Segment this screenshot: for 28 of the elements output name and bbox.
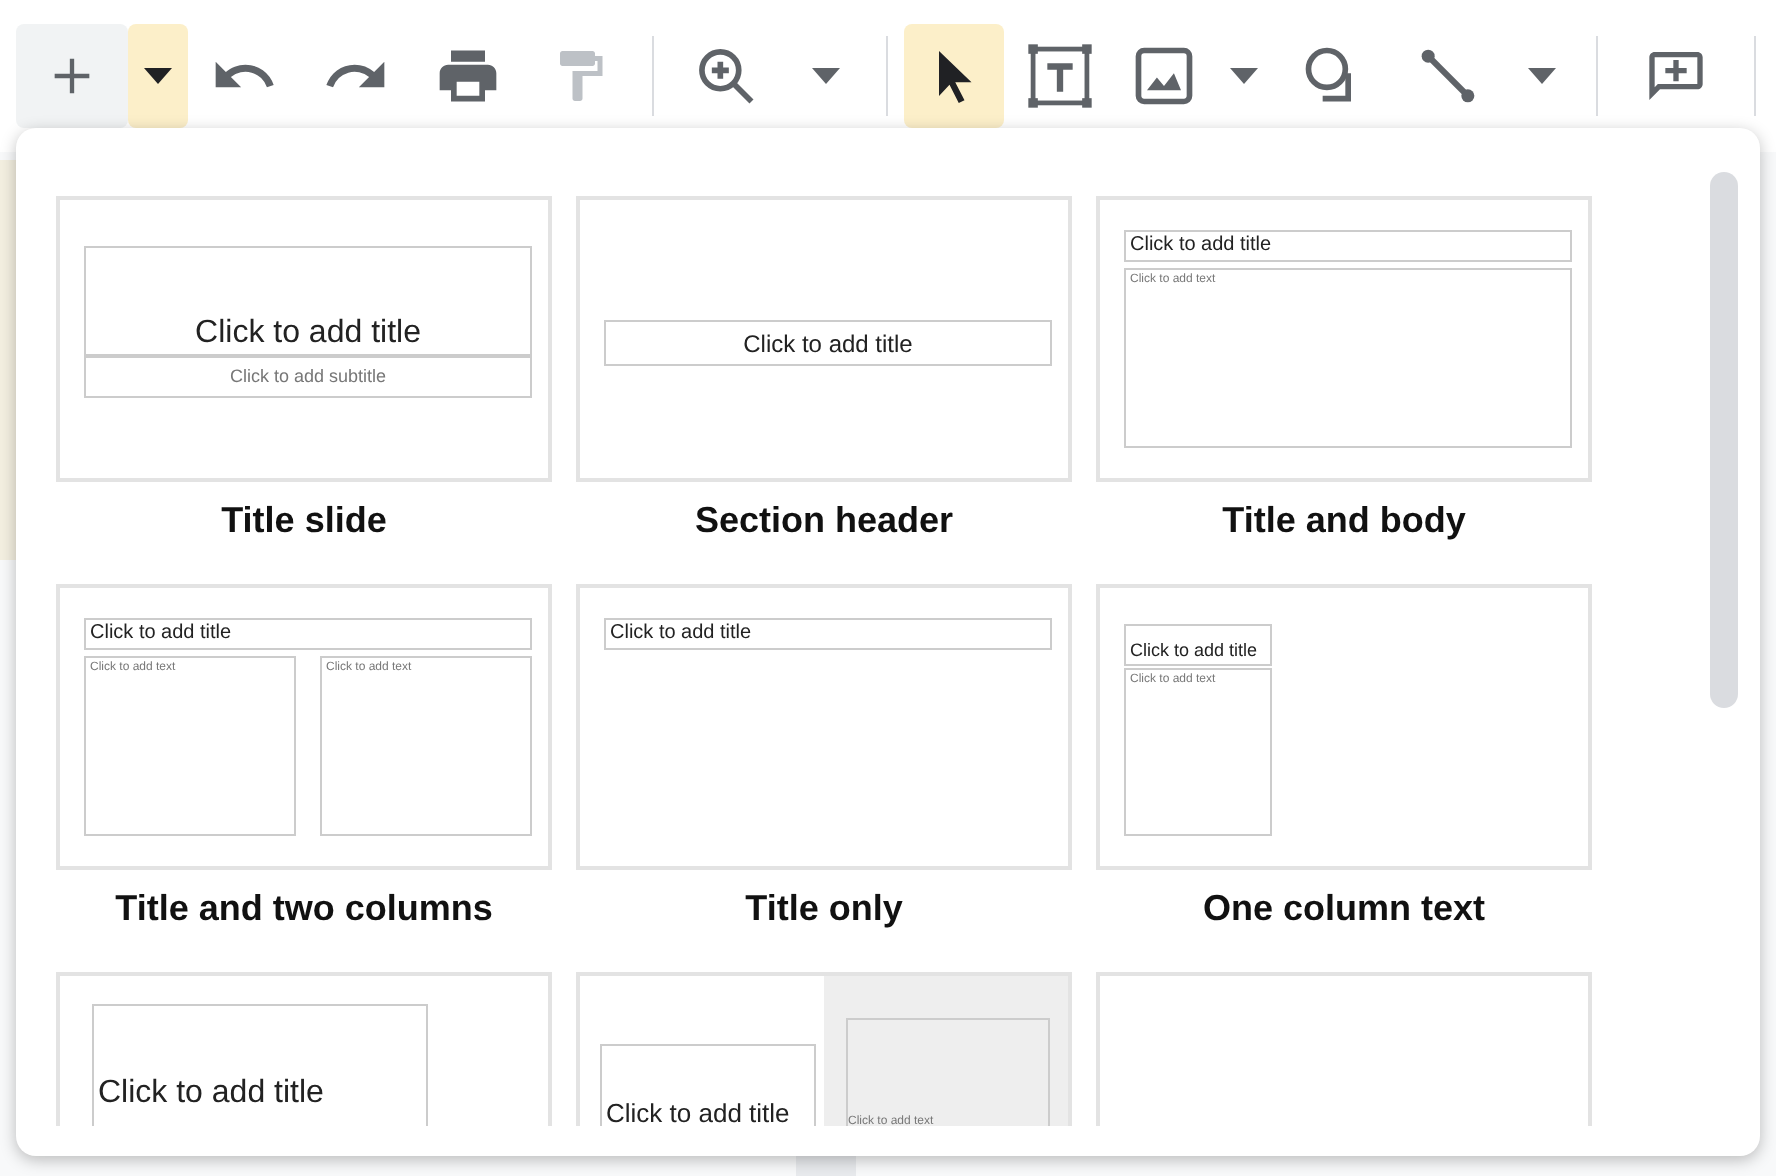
layout-label: Title and two columns: [113, 885, 495, 931]
placeholder-text: Click to add subtitle: [229, 368, 387, 386]
placeholder-text: Click to add title: [1130, 642, 1258, 660]
layout-thumbnail[interactable]: Click to add title: [576, 584, 1072, 870]
text-box-icon: [1022, 38, 1098, 114]
placeholder-text: Click to add title: [90, 624, 232, 644]
placeholder-text: Click to add title: [98, 1078, 324, 1110]
scrollbar-thumb[interactable]: [1710, 172, 1738, 708]
caret-icon: [812, 68, 840, 84]
image-icon: [1130, 42, 1198, 110]
dropdown-button[interactable]: [128, 24, 188, 128]
placeholder-text: Click to add title: [606, 1100, 790, 1126]
layout-label: Title slide: [219, 497, 389, 543]
layout-label: One column text: [1200, 885, 1488, 931]
layout-thumbnail[interactable]: Click to add title Click to add subtitle: [56, 196, 552, 482]
caret-icon: [144, 68, 172, 84]
caret-icon: [1528, 68, 1556, 84]
toolbar-button[interactable]: [904, 24, 1004, 128]
layout-label: Title and body: [1220, 497, 1468, 544]
placeholder-text: Click to add title: [1130, 236, 1272, 256]
caret-icon: [1230, 68, 1258, 84]
layout-label: Section header: [692, 497, 956, 543]
layout-thumbnail[interactable]: Click to add title: [56, 972, 552, 1126]
placeholder-text: Click to add title: [195, 318, 421, 350]
layout-label: Title only: [743, 885, 905, 932]
layout-thumbnail[interactable]: Click to add title: [576, 196, 1072, 482]
placeholder-text: Click to add title: [610, 624, 752, 644]
placeholder-text: Click to add title: [743, 331, 913, 355]
